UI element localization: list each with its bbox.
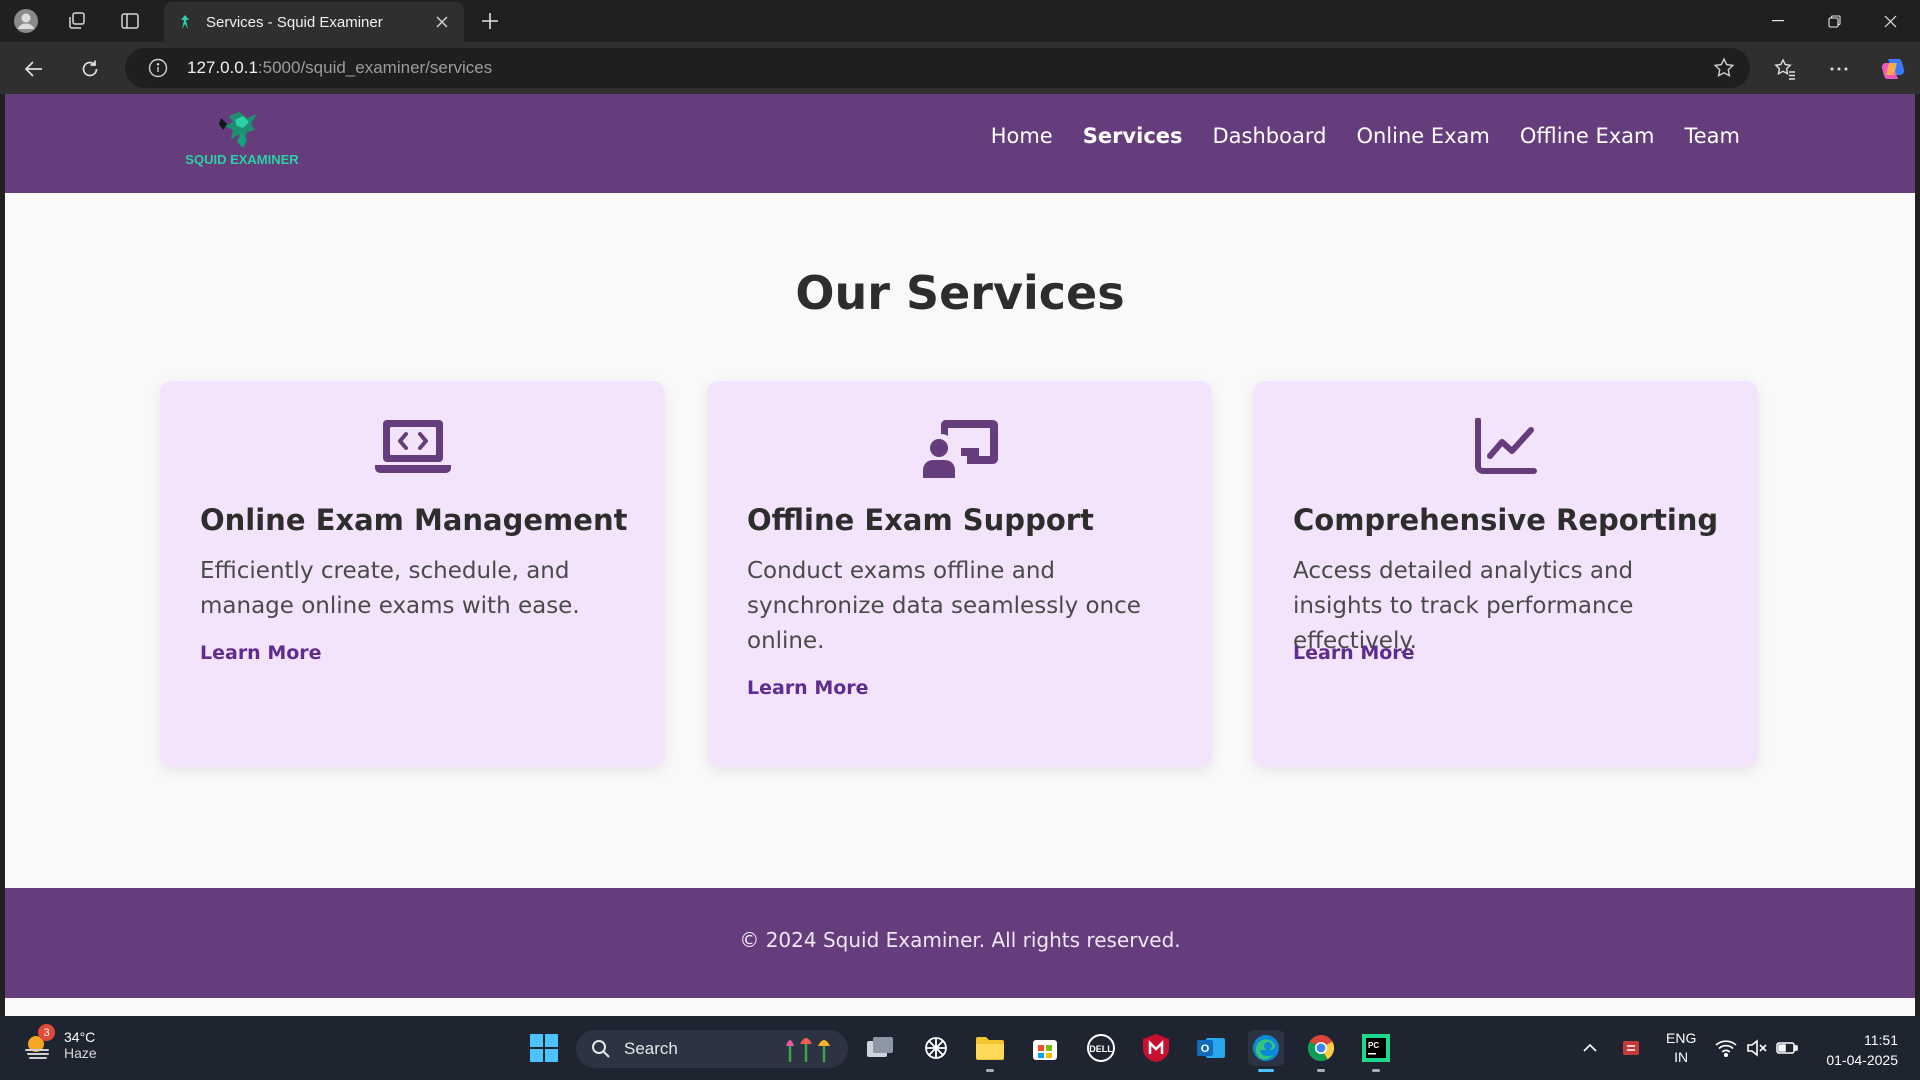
workspaces-icon[interactable] [63, 7, 91, 35]
outlook-icon[interactable]: O [1193, 1030, 1229, 1066]
weather-temp: 34°C [64, 1029, 96, 1045]
address-bar[interactable]: 127.0.0.1:5000/squid_examiner/services [125, 48, 1750, 88]
close-tab-icon[interactable] [432, 12, 452, 32]
learn-more-link[interactable]: Learn More [747, 677, 869, 699]
site-footer: © 2024 Squid Examiner. All rights reserv… [5, 888, 1915, 998]
dell-icon[interactable]: DELL [1083, 1030, 1119, 1066]
more-menu-icon[interactable] [1824, 54, 1854, 84]
chatgpt-icon[interactable] [918, 1030, 954, 1066]
site-nav: Home Services Dashboard Online Exam Offl… [991, 124, 1740, 148]
chrome-icon[interactable] [1303, 1030, 1339, 1072]
logo-text: SQUID EXAMINER [185, 152, 299, 167]
nav-home[interactable]: Home [991, 124, 1053, 148]
url-host: 127.0.0.1 [187, 58, 258, 77]
favorite-star-icon[interactable] [1712, 56, 1736, 80]
svg-text:O: O [1201, 1043, 1210, 1055]
vertical-tabs-icon[interactable] [116, 7, 144, 35]
microsoft-store-icon[interactable] [1027, 1030, 1063, 1066]
squid-favicon-icon [176, 13, 194, 31]
site-logo[interactable]: SQUID EXAMINER [177, 110, 307, 174]
mcafee-icon[interactable] [1138, 1030, 1174, 1066]
squid-logo-icon [219, 112, 257, 148]
battery-icon[interactable] [1776, 1016, 1798, 1080]
weather-widget[interactable]: 3 34°C Haze [22, 1024, 97, 1062]
volume-muted-icon[interactable] [1746, 1016, 1768, 1080]
service-card-reporting: Comprehensive Reporting Access detailed … [1253, 381, 1758, 767]
file-explorer-icon[interactable] [972, 1030, 1008, 1072]
restore-icon[interactable] [1806, 0, 1862, 42]
weather-badge: 3 [38, 1024, 55, 1041]
url-path: :5000/squid_examiner/services [257, 58, 493, 77]
tray-app-icon[interactable] [1620, 1016, 1642, 1080]
system-clock[interactable]: 11:51 01-04-2025 [1826, 1030, 1898, 1070]
card-title: Offline Exam Support [747, 503, 1094, 537]
edge-icon[interactable] [1248, 1030, 1284, 1072]
footer-copyright: © 2024 Squid Examiner. All rights reserv… [739, 928, 1181, 952]
pycharm-icon[interactable]: PC [1358, 1030, 1394, 1072]
laptop-code-icon [160, 418, 665, 478]
nav-services[interactable]: Services [1083, 124, 1183, 148]
tab-title: Services - Squid Examiner [206, 13, 383, 31]
nav-team[interactable]: Team [1684, 124, 1740, 148]
lang-code: ENG [1666, 1030, 1697, 1046]
browser-nav-bar: 127.0.0.1:5000/squid_examiner/services [0, 42, 1920, 94]
close-window-icon[interactable] [1862, 0, 1918, 42]
nav-offline-exam[interactable]: Offline Exam [1520, 124, 1655, 148]
back-icon[interactable] [19, 54, 49, 84]
weather-desc: Haze [64, 1045, 97, 1061]
tulips-icon [780, 1034, 838, 1069]
weather-haze-icon: 3 [22, 1024, 56, 1062]
search-icon [590, 1038, 612, 1060]
task-view-icon[interactable] [862, 1030, 898, 1066]
svg-text:PC: PC [1368, 1041, 1379, 1050]
nav-dashboard[interactable]: Dashboard [1213, 124, 1327, 148]
start-button[interactable] [526, 1030, 562, 1066]
card-description: Conduct exams offline and synchronize da… [747, 558, 1141, 654]
taskbar-search[interactable]: Search [576, 1030, 848, 1068]
search-label: Search [624, 1039, 678, 1058]
browser-tab-active[interactable]: Services - Squid Examiner [164, 2, 464, 42]
nav-online-exam[interactable]: Online Exam [1356, 124, 1489, 148]
clock-time: 11:51 [1864, 1032, 1898, 1048]
svg-text:DELL: DELL [1089, 1044, 1113, 1054]
new-tab-button[interactable] [476, 7, 504, 35]
card-title: Online Exam Management [200, 503, 628, 537]
learn-more-link[interactable]: Learn More [200, 642, 322, 664]
clock-date: 01-04-2025 [1826, 1052, 1898, 1068]
card-title: Comprehensive Reporting [1293, 503, 1719, 537]
show-hidden-icons[interactable] [1582, 1016, 1598, 1080]
chart-line-icon [1253, 418, 1758, 478]
site-header: SQUID EXAMINER Home Services Dashboard O… [5, 94, 1915, 193]
refresh-icon[interactable] [75, 54, 105, 84]
site-info-icon[interactable] [147, 57, 169, 79]
copilot-icon[interactable] [1878, 54, 1908, 84]
language-indicator[interactable]: ENG IN [1666, 1016, 1696, 1080]
browser-tab-bar: Services - Squid Examiner [0, 0, 1920, 42]
minimize-icon[interactable] [1750, 0, 1806, 42]
windows-taskbar: 3 34°C Haze Search DELL O PC ENG IN 11:5… [0, 1016, 1920, 1080]
favorites-icon[interactable] [1770, 54, 1800, 84]
page-title: Our Services [795, 266, 1125, 320]
profile-icon[interactable] [12, 7, 40, 35]
page-viewport: SQUID EXAMINER Home Services Dashboard O… [5, 94, 1915, 1016]
wifi-icon[interactable] [1715, 1016, 1737, 1080]
chalkboard-teacher-icon [707, 418, 1212, 478]
service-card-online-exam: Online Exam Management Efficiently creat… [160, 381, 665, 767]
card-description: Efficiently create, schedule, and manage… [200, 558, 580, 619]
service-card-offline-exam: Offline Exam Support Conduct exams offli… [707, 381, 1212, 767]
learn-more-link[interactable]: Learn More [1293, 642, 1415, 664]
lang-region: IN [1674, 1049, 1689, 1065]
